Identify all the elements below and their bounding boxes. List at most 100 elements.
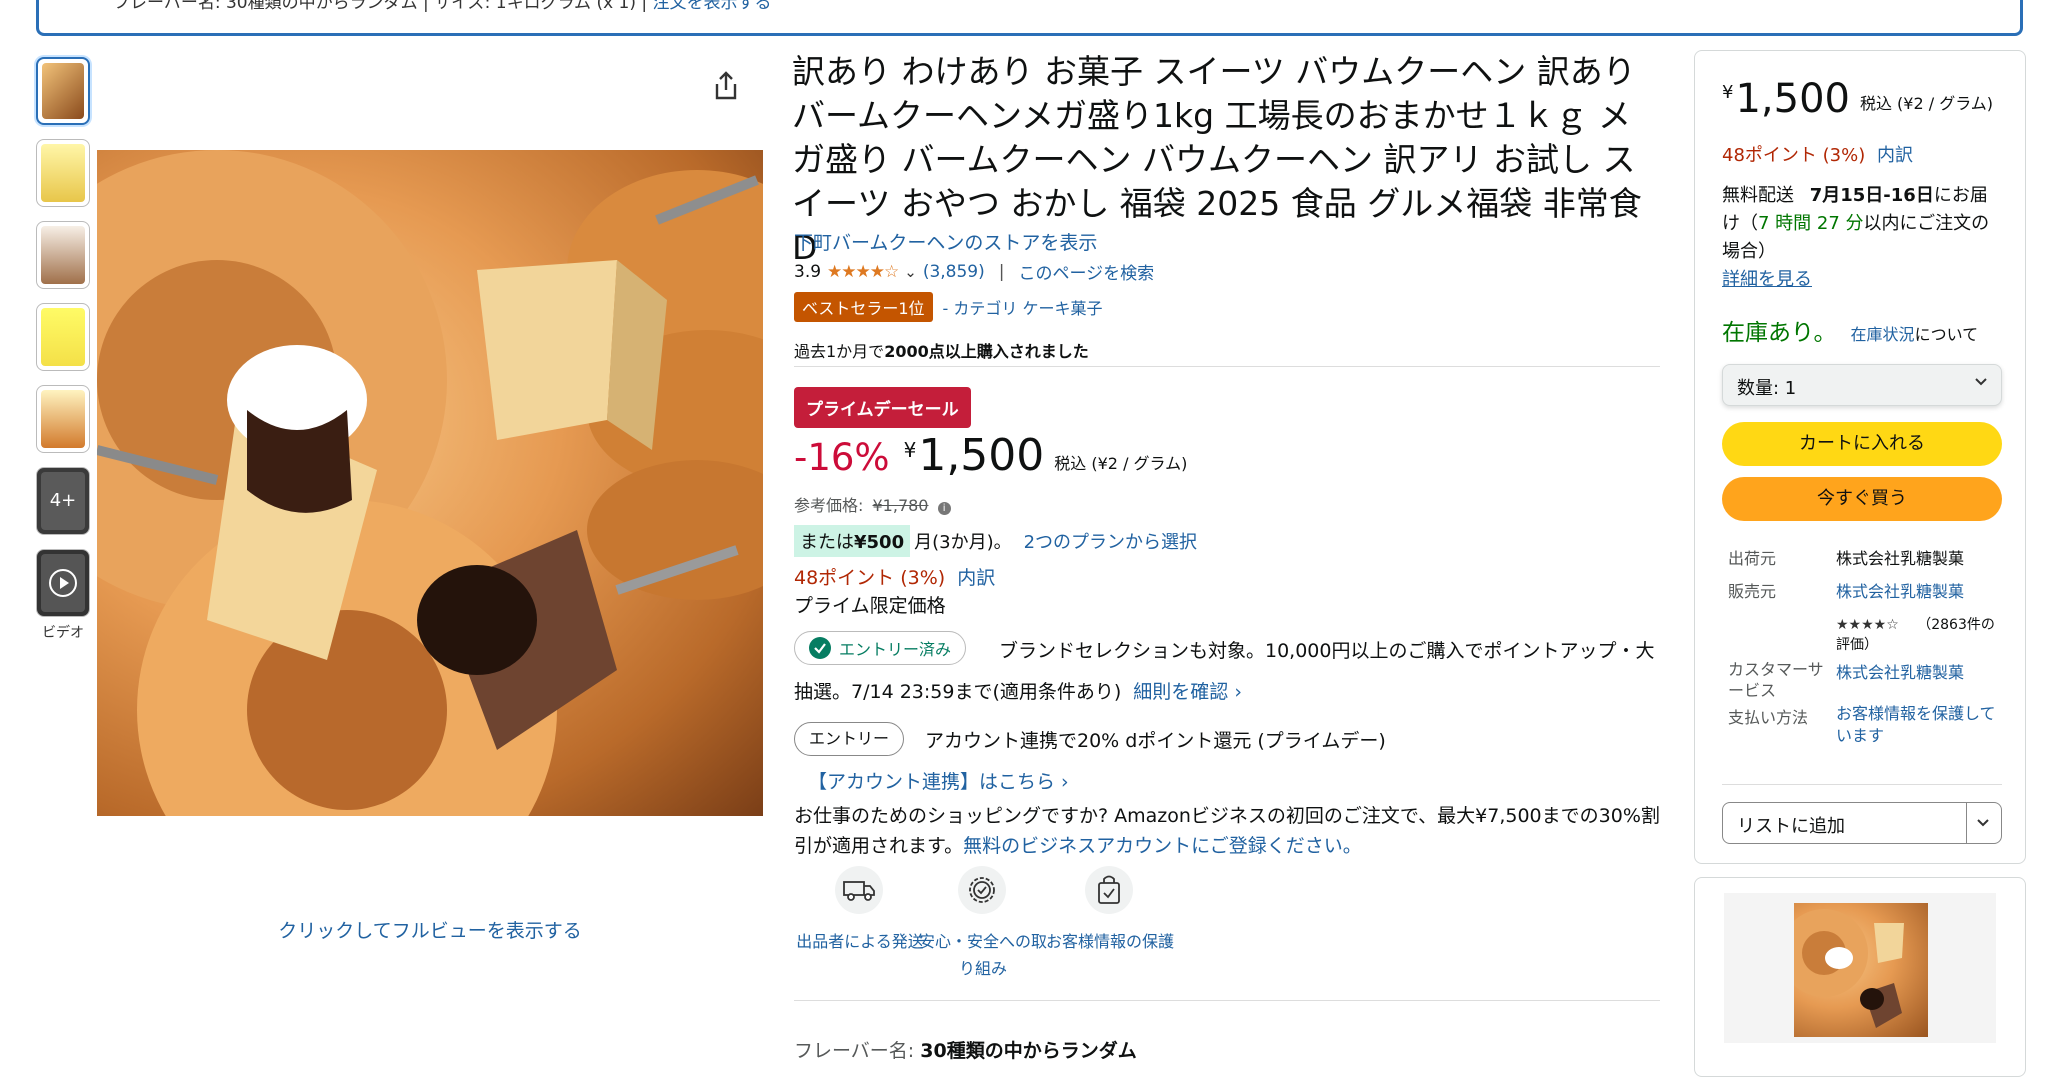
review-count-link[interactable]: (3,859) <box>923 262 985 282</box>
main-product-image[interactable] <box>97 150 763 816</box>
feature-safety-label[interactable]: 安心・安全への取り組み <box>918 928 1048 982</box>
price-block: -16% ¥ 1,500 税込 (¥2 / グラム) <box>794 430 1187 481</box>
chevron-down-icon[interactable]: ⌄ <box>904 263 917 281</box>
payment-link[interactable]: お客様情報を保護しています <box>1836 703 1996 747</box>
seller-label: 販売元 <box>1728 582 1777 601</box>
buybox-points: 48ポイント (3%) 内訳 <box>1722 141 1913 167</box>
brand-terms-link[interactable]: 細則を確認 › <box>1133 681 1242 703</box>
installment-prefix: または <box>800 532 854 553</box>
quantity-select[interactable]: 数量: 1 <box>1722 364 2002 406</box>
rating-stars[interactable]: ★★★★☆ <box>827 262 899 282</box>
prime-day-sale-badge: プライムデーセール <box>794 387 971 428</box>
ref-label: 参考価格: <box>794 496 864 515</box>
flavor-label: フレーバー名: <box>794 1040 915 1062</box>
rating-value: 3.9 <box>794 261 822 282</box>
points-breakdown-link[interactable]: 内訳 <box>957 567 995 589</box>
bestseller-category-link[interactable]: - カテゴリ ケーキ菓子 <box>943 295 1103 319</box>
installment-suffix: 月(3か月)。 <box>914 532 1012 553</box>
store-link[interactable]: 下町バームクーヘンのストアを表示 <box>794 228 1097 255</box>
chevron-down-icon <box>1973 373 1989 393</box>
points-row: 48ポイント (3%) 内訳 <box>794 563 995 590</box>
price-amount: 1,500 <box>918 430 1045 481</box>
delivery-date: 7月15日-16日 <box>1809 185 1934 206</box>
support-link[interactable]: 株式会社乳糖製菓 <box>1836 659 1964 683</box>
delivery-details-link[interactable]: 詳細を見る <box>1722 265 1812 291</box>
delivery-countdown: 7 時間 27 分 <box>1758 213 1864 234</box>
bought-bold: 2000点以上購入されました <box>884 342 1089 361</box>
support-label: カスタマーサービス <box>1728 660 1824 700</box>
ref-price-value: ¥1,780 <box>872 496 929 515</box>
seller-stars: ★★★★☆ <box>1836 617 1899 633</box>
shipper-label: 出荷元 <box>1728 549 1777 568</box>
rating-row: 3.9 ★★★★☆ ⌄ (3,859) | このページを検索 <box>794 259 1155 285</box>
share-icon[interactable] <box>712 70 740 102</box>
thumbnail-more[interactable]: 4+ <box>36 467 90 535</box>
sponsored-product-image[interactable] <box>1794 903 1928 1037</box>
bestseller-row: ベストセラー1位 - カテゴリ ケーキ菓子 <box>794 292 1102 322</box>
buybox-points-value: 48ポイント (3%) <box>1722 145 1866 166</box>
chevron-down-icon[interactable] <box>1975 814 1991 834</box>
price-per-gram: 税込 (¥2 / グラム) <box>1054 454 1188 473</box>
installment-amount: ¥500 <box>854 532 905 553</box>
more-count: 4+ <box>49 490 77 511</box>
top-banner: フレーバー名: 30種類の中からランダム | サイズ: 1キログラム (x 1)… <box>36 0 2023 36</box>
bestseller-badge[interactable]: ベストセラー1位 <box>794 292 933 322</box>
bought-prefix: 過去1か月で <box>794 342 885 361</box>
discount-percent: -16% <box>794 436 890 479</box>
add-to-cart-button[interactable]: カートに入れる <box>1722 422 2002 466</box>
stock-row: 在庫あり。 在庫状況 について <box>1722 313 1978 347</box>
buy-now-button[interactable]: 今すぐ買う <box>1722 477 2002 521</box>
installment-plan-link[interactable]: 2つのプランから選択 <box>1024 528 1197 554</box>
entry-button[interactable]: エントリー <box>794 722 904 756</box>
thumbnail-1[interactable] <box>36 57 90 125</box>
full-view-link[interactable]: クリックしてフルビューを表示する <box>97 916 763 943</box>
payment-label: 支払い方法 <box>1728 708 1809 727</box>
seller-link[interactable]: 株式会社乳糖製菓 <box>1836 578 1964 602</box>
buybox-price: ¥ 1,500 税込 (¥2 / グラム) <box>1722 76 1993 122</box>
buybox-price-per-gram: 税込 (¥2 / グラム) <box>1859 94 1993 113</box>
bought-count: 過去1か月で2000点以上購入されました <box>794 338 1089 362</box>
add-to-list-divider <box>1966 803 1967 843</box>
in-stock-label: 在庫あり。 <box>1722 320 1837 346</box>
truck-icon <box>835 866 883 914</box>
thumbnail-2[interactable] <box>36 139 90 207</box>
flavor-row: フレーバー名: 30種類の中からランダム <box>794 1036 1137 1063</box>
seller-rating[interactable]: ★★★★☆ （2863件の評価） <box>1836 615 2002 655</box>
add-to-list-button[interactable]: リストに追加 <box>1722 802 2002 844</box>
shipper-value: 株式会社乳糖製菓 <box>1836 549 1965 568</box>
stock-suffix: について <box>1914 325 1979 344</box>
thumbnail-4[interactable] <box>36 303 90 371</box>
buybox-price-amount: 1,500 <box>1735 76 1850 122</box>
feature-privacy-label[interactable]: お客様情報の保護 <box>1045 928 1175 955</box>
account-link[interactable]: 【アカウント連携】はこちら › <box>808 767 1069 794</box>
stock-status-link[interactable]: 在庫状況 <box>1851 321 1915 345</box>
add-to-list-label: リストに追加 <box>1737 816 1845 837</box>
thumbnail-3[interactable] <box>36 221 90 289</box>
search-page-link[interactable]: このページを検索 <box>1019 259 1155 284</box>
prime-exclusive-price: プライム限定価格 <box>794 595 946 617</box>
quantity-value: 数量: 1 <box>1737 378 1797 399</box>
business-text: お仕事のためのショッピングですか? Amazonビジネスの初回のご注文で、最大¥… <box>794 801 1660 861</box>
thumbnail-5[interactable] <box>36 385 90 453</box>
points-value: 48ポイント (3%) <box>794 567 946 589</box>
play-icon <box>49 569 77 597</box>
buybox-points-link[interactable]: 内訳 <box>1877 145 1913 166</box>
brand-selection-text: ブランドセレクションも対象。10,000円以上のご購入でポイントアップ・大抽選。… <box>794 631 1666 713</box>
business-signup-link[interactable]: 無料のビジネスアカウントにご登録ください。 <box>963 835 1362 857</box>
reference-price: 参考価格: ¥1,780 i <box>794 492 951 516</box>
view-order-link[interactable]: 注文を表示する <box>653 0 772 13</box>
installment-highlight: または¥500 <box>794 525 911 557</box>
buybox-currency: ¥ <box>1722 82 1734 103</box>
secure-bag-icon <box>1085 866 1133 914</box>
shield-check-icon <box>958 866 1006 914</box>
thumbnail-video[interactable] <box>36 549 90 617</box>
account-link-text: アカウント連携で20% dポイント還元 (プライムデー) <box>925 730 1386 752</box>
video-label: ビデオ <box>42 625 84 641</box>
info-icon[interactable]: i <box>937 502 951 515</box>
installment-row: または¥500 月(3か月)。 2つのプランから選択 <box>794 525 1197 557</box>
feature-ship-label[interactable]: 出品者による発送 <box>795 928 925 955</box>
price-currency: ¥ <box>903 438 917 462</box>
banner-text: フレーバー名: 30種類の中からランダム | サイズ: 1キログラム (x 1)… <box>113 0 653 13</box>
delivery-prefix: 無料配送 <box>1722 185 1794 206</box>
flavor-value: 30種類の中からランダム <box>920 1040 1137 1062</box>
